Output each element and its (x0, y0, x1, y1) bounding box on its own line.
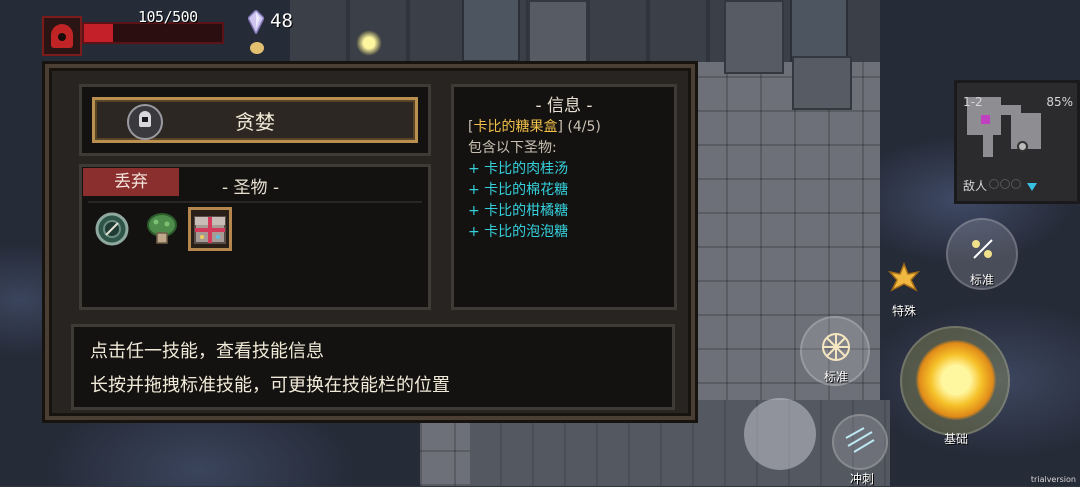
wall-pillar (792, 56, 852, 110)
player-marker-icon (981, 115, 990, 124)
crystal-gem-icon (248, 10, 264, 34)
version-watermark: trialversion (1030, 475, 1076, 484)
character-panel: 贪婪 (79, 84, 431, 156)
character-name: 贪婪 (235, 110, 275, 134)
info-body: [卡比的糖果盒] (4/5) 包含以下圣物: + 卡比的肉桂汤 + 卡比的棉花糖… (468, 117, 601, 243)
info-title: - 信息 - (535, 96, 593, 116)
relic-slot[interactable] (90, 207, 134, 251)
item-header: [卡比的糖果盒] (4/5) (468, 117, 601, 138)
relic-slot[interactable] (140, 207, 184, 251)
relic-dialog: 贪婪 丢弃 - 圣物 - - 信息 - [卡比的糖果盒] (4/5) 包含以下圣… (45, 64, 695, 420)
light-orb-icon (356, 30, 382, 56)
relic-panel: 丢弃 - 圣物 - (79, 164, 431, 310)
minimap-explored: 85% (1046, 95, 1073, 109)
item-name: 卡比的糖果盒 (473, 119, 558, 135)
hp-bar-fill (84, 24, 113, 42)
tip-line: 长按并拖拽标准技能，可更换在技能栏的位置 (90, 375, 450, 396)
dash-wind-icon (845, 427, 875, 453)
shatter-burst-icon (822, 333, 850, 361)
content-item: + 卡比的棉花糖 (468, 182, 569, 198)
enemy-indicator-icon (1011, 179, 1021, 189)
portal-icon (1017, 141, 1028, 152)
hp-text: 105/500 (138, 8, 198, 26)
skill-basic-label: 基础 (944, 432, 969, 446)
enemy-indicator-icon (1000, 179, 1010, 189)
skill-dash-label: 冲刺 (850, 472, 875, 486)
fireball-icon (916, 340, 996, 420)
skill-special-label: 特殊 (892, 304, 917, 318)
item-bracket-close: ] (557, 119, 563, 135)
skill-basic-button[interactable] (900, 326, 1010, 436)
player-portrait (42, 16, 82, 56)
direction-arrow-icon (1027, 183, 1037, 191)
character-name-button[interactable]: 贪婪 (92, 97, 418, 143)
wall-pillar (528, 0, 588, 74)
skill-dash-button[interactable] (832, 414, 888, 470)
wall-pillar (724, 0, 784, 74)
candy-box-relic-icon (194, 216, 226, 244)
relic-grid (88, 201, 422, 301)
minimap[interactable]: 1-2 85% 敌人 (954, 80, 1080, 204)
tip-panel: 点击任一技能，查看技能信息 长按并拖拽标准技能，可更换在技能栏的位置 (71, 324, 675, 410)
info-panel: - 信息 - [卡比的糖果盒] (4/5) 包含以下圣物: + 卡比的肉桂汤 +… (451, 84, 677, 310)
content-item: + 卡比的肉桂汤 (468, 161, 569, 177)
discard-button[interactable]: 丢弃 (83, 168, 179, 196)
relics-title: - 圣物 - (222, 178, 280, 198)
compass-relic-icon (95, 212, 129, 246)
statue-right (790, 0, 848, 62)
contains-label: 包含以下圣物: (468, 140, 557, 156)
coin-icon (250, 42, 264, 54)
movement-joystick[interactable] (744, 398, 816, 470)
mushroom-relic-icon (147, 213, 177, 244)
hooded-figure-icon (51, 24, 73, 48)
enemies-label: 敌人 (963, 179, 988, 193)
lightning-sparks-icon (972, 239, 993, 259)
gem-count: 48 (270, 10, 293, 32)
skill-standard-top-label: 标准 (970, 273, 995, 287)
content-item: + 卡比的泡泡糖 (468, 224, 569, 240)
item-count: (4/5) (567, 119, 601, 135)
tip-line: 点击任一技能，查看技能信息 (90, 341, 324, 362)
minimap-level: 1-2 (963, 95, 983, 109)
statue-left (462, 0, 520, 62)
content-item: + 卡比的柑橘糖 (468, 203, 569, 219)
enemy-indicator-icon (989, 179, 999, 189)
relic-slot-selected[interactable] (188, 207, 232, 251)
flame-burst-icon (887, 262, 921, 292)
minimap-corridor (983, 135, 993, 157)
skill-standard-left-label: 标准 (824, 370, 849, 384)
